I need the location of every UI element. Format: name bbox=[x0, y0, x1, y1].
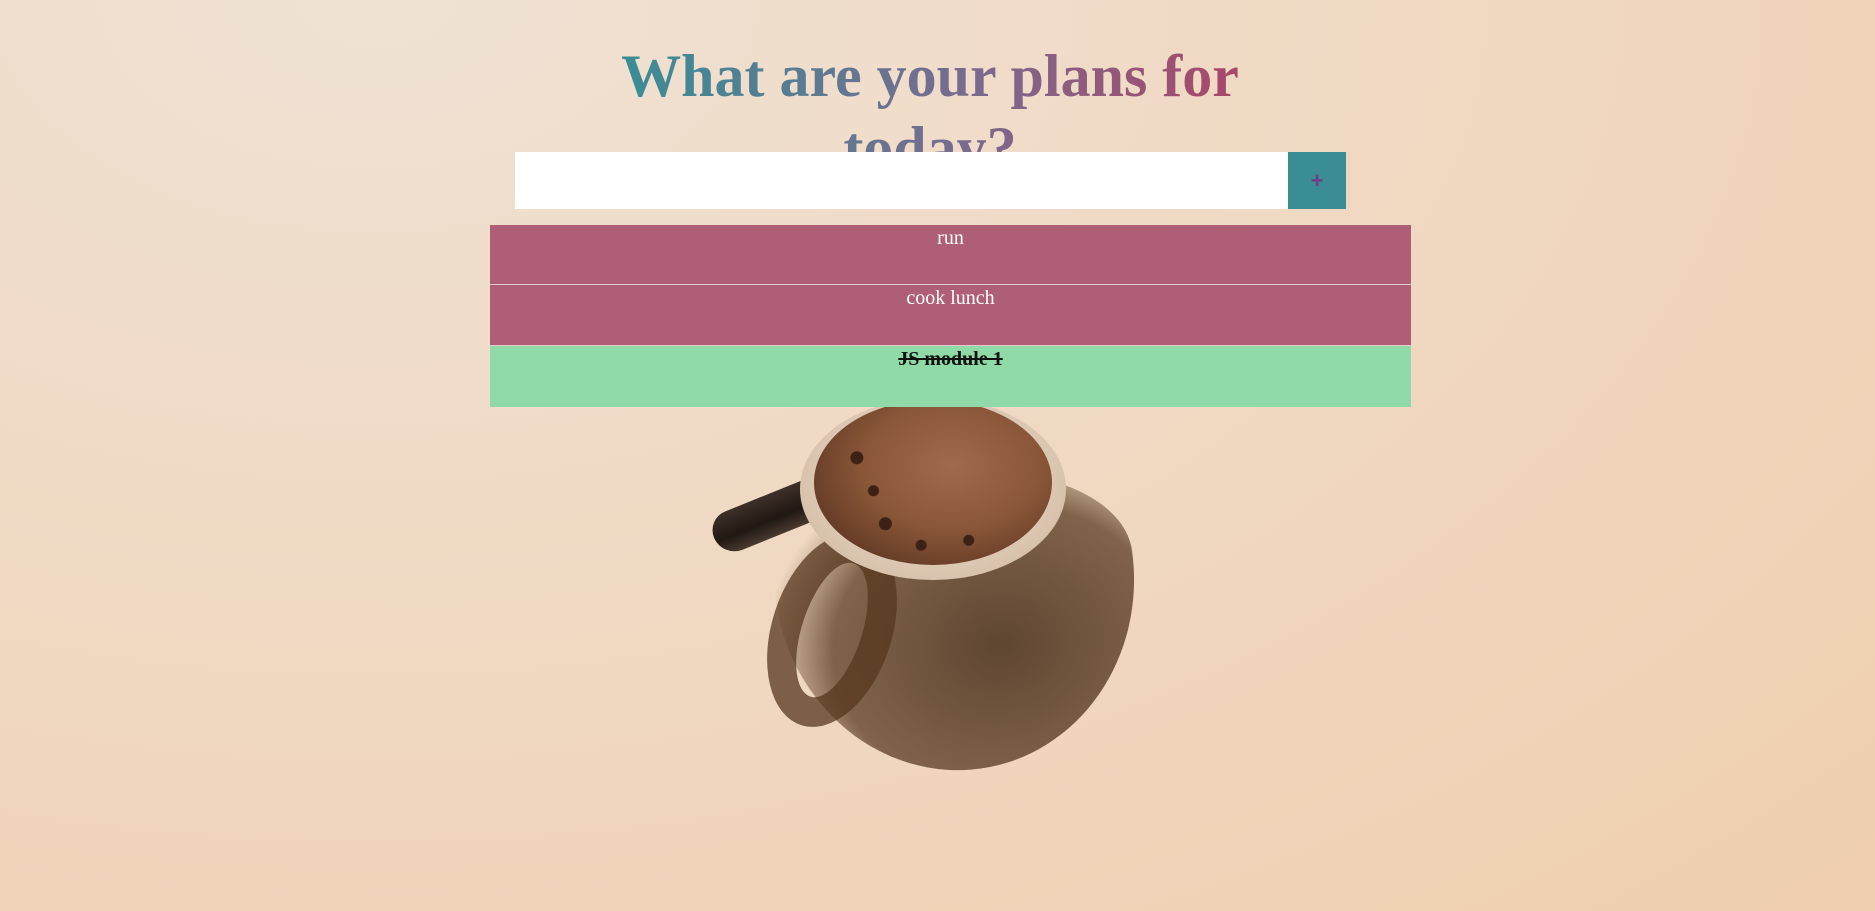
task-label: cook lunch bbox=[906, 287, 995, 309]
task-item-run[interactable]: run bbox=[490, 225, 1411, 285]
task-item-cook-lunch[interactable]: cook lunch bbox=[490, 285, 1411, 346]
task-label: run bbox=[937, 227, 964, 249]
task-label-completed: JS module 1 bbox=[898, 348, 1003, 370]
add-task-form: + bbox=[515, 152, 1346, 209]
task-input[interactable] bbox=[515, 152, 1288, 209]
task-list: run cook lunch JS module 1 bbox=[490, 225, 1411, 407]
task-item-js-module-1[interactable]: JS module 1 bbox=[490, 346, 1411, 407]
add-task-button[interactable]: + bbox=[1288, 152, 1346, 209]
todo-app: What are your plans for today? + run coo… bbox=[0, 0, 1875, 911]
